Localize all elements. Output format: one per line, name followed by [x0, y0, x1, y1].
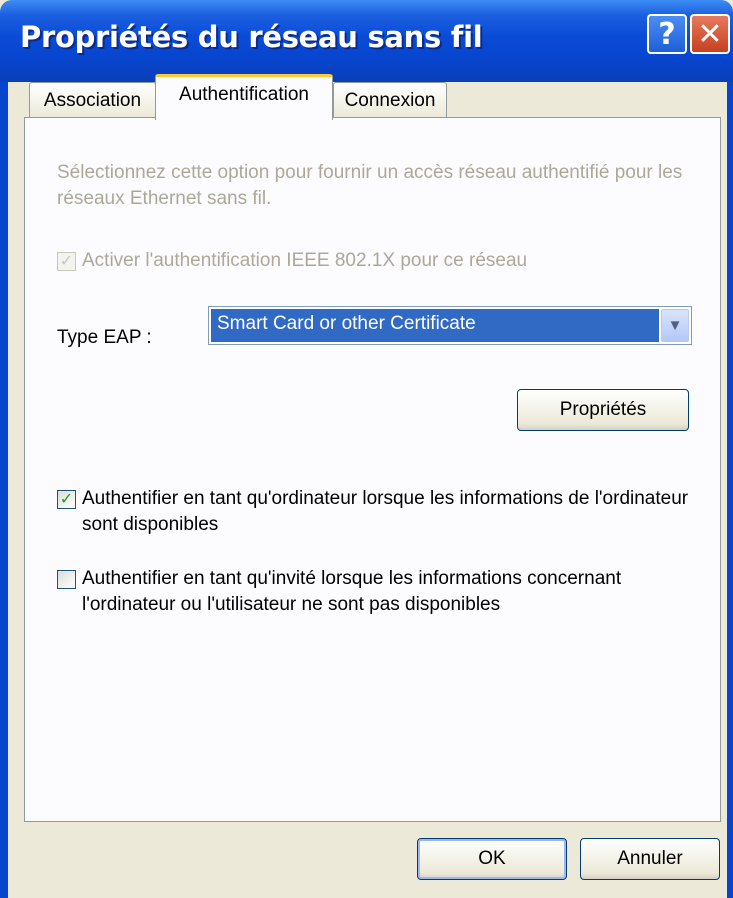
tab-label: Connexion: [344, 89, 436, 111]
guest-auth-row: Authentifier en tant qu'invité lorsque l…: [57, 568, 702, 618]
enable-8021x-checkbox[interactable]: ✓: [57, 252, 76, 271]
close-icon: ✕: [697, 16, 723, 52]
ok-button[interactable]: OK: [417, 838, 567, 880]
window-border-right: [727, 82, 733, 898]
button-label: OK: [478, 848, 506, 869]
eap-type-value: Smart Card or other Certificate: [211, 309, 659, 342]
eap-type-select[interactable]: Smart Card or other Certificate ▼: [208, 306, 692, 345]
description-text: Sélectionnez cette option pour fournir u…: [57, 162, 683, 209]
checkmark-icon: ✓: [59, 490, 74, 508]
tab-authentification[interactable]: Authentification: [155, 74, 333, 120]
dialog-window: Propriétés du réseau sans fil ? ✕ Associ…: [0, 0, 733, 898]
tab-panel: [24, 117, 721, 822]
computer-auth-label: Authentifier en tant qu'ordinateur lorsq…: [82, 488, 689, 535]
guest-auth-label: Authentifier en tant qu'invité lorsque l…: [82, 568, 622, 615]
help-button[interactable]: ?: [647, 14, 687, 54]
computer-auth-checkbox[interactable]: ✓: [57, 490, 76, 509]
title-bar[interactable]: Propriétés du réseau sans fil ? ✕: [0, 0, 733, 82]
eap-properties-button[interactable]: Propriétés: [517, 389, 689, 431]
enable-8021x-row: ✓ Activer l'authentification IEEE 802.1X…: [57, 250, 527, 274]
tab-association[interactable]: Association: [29, 82, 156, 118]
enable-8021x-label: Activer l'authentification IEEE 802.1X p…: [82, 250, 528, 271]
tab-connexion[interactable]: Connexion: [333, 82, 447, 118]
cancel-button[interactable]: Annuler: [580, 838, 720, 880]
eap-type-label: Type EAP :: [57, 327, 152, 348]
dropdown-arrow-icon[interactable]: ▼: [661, 309, 689, 342]
window-title: Propriétés du réseau sans fil: [20, 20, 483, 54]
window-border-left: [0, 82, 8, 898]
tab-label: Authentification: [179, 84, 309, 105]
computer-auth-row: ✓ Authentifier en tant qu'ordinateur lor…: [57, 488, 697, 538]
help-icon: ?: [658, 16, 676, 52]
chevron-down-icon: ▼: [667, 317, 683, 334]
tab-label: Association: [43, 89, 142, 111]
close-button[interactable]: ✕: [690, 14, 730, 54]
button-label: Propriétés: [559, 399, 647, 420]
checkmark-icon: ✓: [59, 252, 74, 270]
button-label: Annuler: [617, 848, 683, 869]
guest-auth-checkbox[interactable]: [57, 570, 76, 589]
